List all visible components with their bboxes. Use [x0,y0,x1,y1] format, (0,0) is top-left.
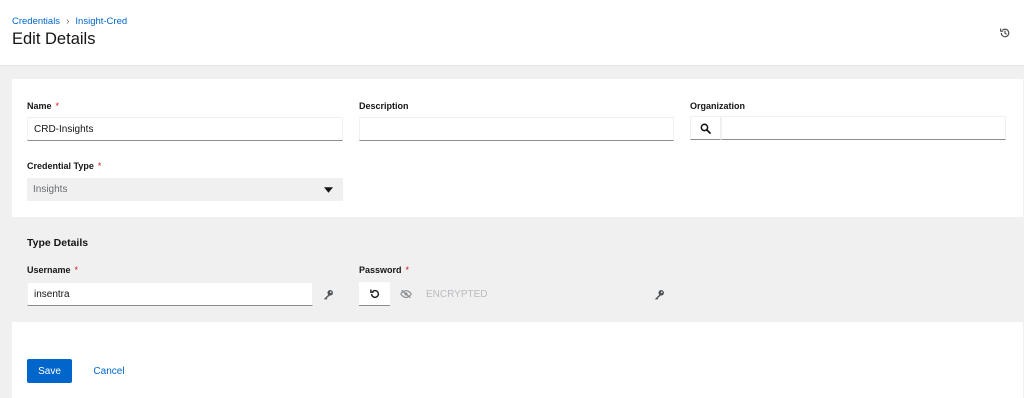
username-key-button[interactable] [313,282,343,306]
organization-lookup [690,116,1006,140]
cancel-button[interactable]: Cancel [84,359,134,383]
breadcrumb: Credentials › Insight-Cred [12,16,127,27]
username-input[interactable] [27,282,313,306]
caret-down-icon [324,186,333,193]
undo-icon [369,289,379,298]
password-key-button[interactable] [644,282,674,306]
history-button[interactable] [996,24,1014,42]
name-input[interactable] [27,117,343,141]
password-placeholder: ENCRYPTED [426,288,488,300]
name-label: Name * [27,101,60,111]
save-button[interactable]: Save [27,359,72,383]
username-label: Username * [27,265,79,275]
required-indicator: * [55,101,60,111]
required-indicator: * [97,161,102,171]
credential-type-value: Insights [33,184,68,195]
eye-slash-icon [400,289,412,299]
password-revert-button[interactable] [359,282,390,306]
organization-input[interactable] [721,116,1006,140]
key-icon [654,289,664,300]
breadcrumb-current-link[interactable]: Insight-Cred [75,16,127,27]
type-details-title: Type Details [27,237,89,249]
required-indicator: * [74,265,79,275]
edit-form: Name* Description Organization Credentia… [12,79,1023,398]
password-label: Password * [359,265,410,275]
organization-label: Organization [690,101,746,111]
type-details-section: Type Details Username* Password* [12,217,1023,322]
description-label: Description [359,101,409,111]
password-input: ENCRYPTED [390,282,644,306]
key-icon [323,289,333,300]
page-header: Credentials › Insight-Cred Edit Details [0,0,1024,66]
breadcrumb-credentials-link[interactable]: Credentials [12,16,60,27]
search-icon [700,123,711,134]
chevron-right-icon: › [66,16,70,27]
history-icon [1000,28,1010,38]
organization-search-button[interactable] [690,116,721,140]
credential-type-select[interactable]: Insights [27,178,343,201]
page-title: Edit Details [12,30,96,48]
required-indicator: * [405,265,410,275]
description-input[interactable] [359,117,674,141]
credential-type-label: Credential Type * [27,161,102,171]
